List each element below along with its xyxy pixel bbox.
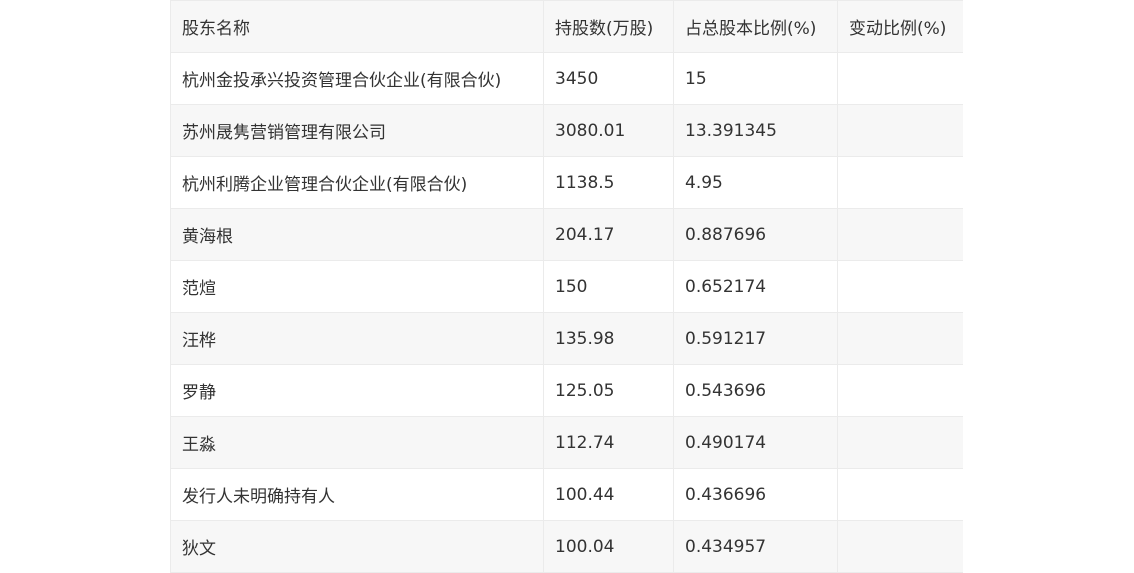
header-shares-held: 持股数(万股) [543,0,674,53]
cell-shares-held: 112.74 [543,416,674,469]
cell-shares-held: 3450 [543,52,674,105]
cell-shareholder-name: 狄文 [170,520,544,573]
cell-shareholder-name: 罗静 [170,364,544,417]
cell-shareholder-name: 汪桦 [170,312,544,365]
cell-shareholder-name: 杭州金投承兴投资管理合伙企业(有限合伙) [170,52,544,105]
cell-change-ratio [837,104,963,157]
cell-share-ratio: 0.591217 [673,312,838,365]
cell-change-ratio [837,364,963,417]
cell-shares-held: 100.04 [543,520,674,573]
table-row: 杭州利腾企业管理合伙企业(有限合伙) 1138.5 4.95 [170,156,963,209]
cell-shareholder-name: 发行人未明确持有人 [170,468,544,521]
cell-change-ratio [837,52,963,105]
cell-share-ratio: 13.391345 [673,104,838,157]
cell-shares-held: 135.98 [543,312,674,365]
cell-shares-held: 125.05 [543,364,674,417]
cell-shareholder-name: 黄海根 [170,208,544,261]
header-change-ratio: 变动比例(%) [837,0,963,53]
cell-share-ratio: 15 [673,52,838,105]
cell-shares-held: 100.44 [543,468,674,521]
cell-share-ratio: 0.490174 [673,416,838,469]
cell-shares-held: 204.17 [543,208,674,261]
cell-shareholder-name: 王淼 [170,416,544,469]
cell-share-ratio: 0.436696 [673,468,838,521]
cell-change-ratio [837,208,963,261]
cell-share-ratio: 0.434957 [673,520,838,573]
cell-shares-held: 150 [543,260,674,313]
cell-change-ratio [837,468,963,521]
cell-shares-held: 1138.5 [543,156,674,209]
cell-change-ratio [837,520,963,573]
table-row: 王淼 112.74 0.490174 [170,416,963,469]
table-row: 范煊 150 0.652174 [170,260,963,313]
shareholder-table-container: 股东名称 持股数(万股) 占总股本比例(%) 变动比例(%) 杭州金投承兴投资管… [170,0,963,573]
cell-change-ratio [837,260,963,313]
cell-shares-held: 3080.01 [543,104,674,157]
cell-shareholder-name: 苏州晟隽营销管理有限公司 [170,104,544,157]
table-row: 罗静 125.05 0.543696 [170,364,963,417]
table-header-row: 股东名称 持股数(万股) 占总股本比例(%) 变动比例(%) [170,0,963,53]
cell-share-ratio: 4.95 [673,156,838,209]
table-row: 狄文 100.04 0.434957 [170,520,963,573]
cell-change-ratio [837,156,963,209]
table-row: 汪桦 135.98 0.591217 [170,312,963,365]
cell-shareholder-name: 杭州利腾企业管理合伙企业(有限合伙) [170,156,544,209]
cell-change-ratio [837,312,963,365]
table-row: 苏州晟隽营销管理有限公司 3080.01 13.391345 [170,104,963,157]
cell-share-ratio: 0.652174 [673,260,838,313]
cell-share-ratio: 0.887696 [673,208,838,261]
table-row: 杭州金投承兴投资管理合伙企业(有限合伙) 3450 15 [170,52,963,105]
cell-share-ratio: 0.543696 [673,364,838,417]
header-share-ratio: 占总股本比例(%) [673,0,838,53]
header-shareholder-name: 股东名称 [170,0,544,53]
cell-change-ratio [837,416,963,469]
shareholder-table: 股东名称 持股数(万股) 占总股本比例(%) 变动比例(%) 杭州金投承兴投资管… [170,0,963,573]
table-row: 发行人未明确持有人 100.44 0.436696 [170,468,963,521]
cell-shareholder-name: 范煊 [170,260,544,313]
table-row: 黄海根 204.17 0.887696 [170,208,963,261]
